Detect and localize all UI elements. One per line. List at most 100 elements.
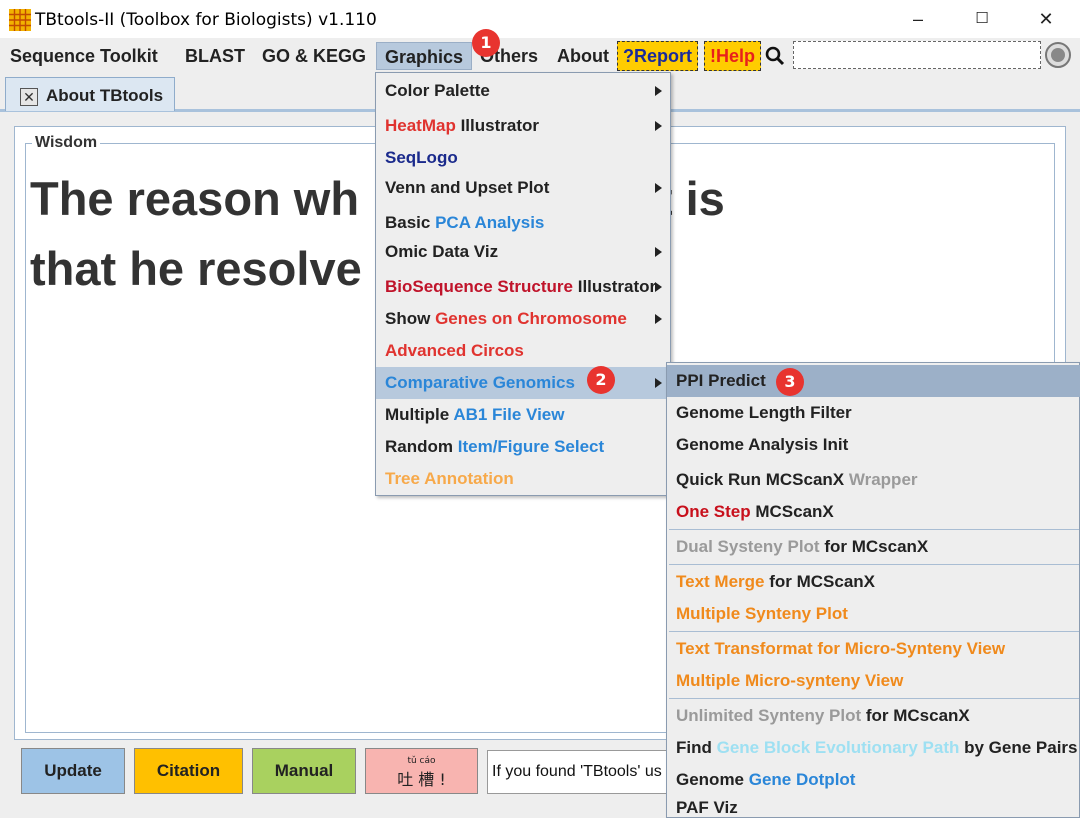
minimize-button[interactable]: – [898, 6, 938, 32]
menu-item-ab1[interactable]: Multiple AB1 File View [376, 399, 670, 431]
submenu-arrow-icon [655, 183, 662, 193]
step-badge-2: 2 [587, 366, 615, 394]
unlimited-synteny-label: Unlimited Synteny Plot [676, 706, 862, 725]
maximize-button[interactable]: ☐ [962, 6, 1002, 32]
title-bar: TBtools-II (Toolbox for Biologists) v1.1… [0, 0, 1080, 38]
comparative-genomics-submenu: PPI Predict Genome Length Filter Genome … [666, 362, 1080, 818]
record-icon[interactable] [1045, 42, 1071, 68]
submenu-item-paf-viz[interactable]: PAF Viz [667, 792, 1080, 818]
menu-item-show-genes[interactable]: Show Genes on Chromosome [376, 303, 670, 335]
close-button[interactable]: ✕ [1026, 6, 1066, 32]
tab-about-tbtools[interactable]: ✕ About TBtools [5, 77, 175, 111]
manual-button[interactable]: Manual [252, 748, 356, 794]
dotplot-prefix: Genome [676, 770, 749, 789]
menu-separator [669, 529, 1079, 530]
tab-close-icon[interactable]: ✕ [20, 88, 38, 106]
menu-item-seqlogo[interactable]: SeqLogo [376, 142, 670, 174]
one-step-label: One Step [676, 502, 751, 521]
notice-field[interactable]: If you found 'TBtools' us [487, 750, 687, 794]
pca-label: PCA Analysis [435, 213, 545, 232]
submenu-item-genome-length-filter[interactable]: Genome Length Filter [667, 397, 1080, 429]
update-button[interactable]: Update [21, 748, 125, 794]
bioseq-illustrator-label: Illustrator [573, 277, 657, 296]
genes-on-chromosome-label: Genes on Chromosome [435, 309, 627, 328]
tucao-label: 吐 槽 ! [397, 770, 446, 789]
heatmap-label: HeatMap [385, 116, 456, 135]
dotplot-label: Gene Dotplot [748, 770, 856, 789]
submenu-item-text-transformat[interactable]: Text Transformat for Micro-Synteny View [667, 633, 1080, 665]
wisdom-legend: Wisdom [32, 134, 101, 152]
graphics-menu: Color Palette HeatMap Illustrator SeqLog… [375, 72, 671, 496]
tab-label: About TBtools [46, 86, 164, 105]
report-button[interactable]: ?Report [617, 41, 698, 71]
biosequence-label: BioSequence Structure [385, 277, 573, 296]
menu-about[interactable]: About [549, 42, 617, 70]
menu-item-comparative-genomics[interactable]: Comparative Genomics [376, 367, 670, 399]
omic-label: Omic Data Viz [385, 242, 499, 261]
submenu-arrow-icon [655, 247, 662, 257]
menu-separator [669, 564, 1079, 565]
window-title: TBtools-II (Toolbox for Biologists) v1.1… [35, 10, 377, 30]
menu-separator [669, 631, 1079, 632]
submenu-item-text-merge[interactable]: Text Merge for MCScanX [667, 566, 1080, 598]
submenu-item-genome-analysis-init[interactable]: Genome Analysis Init [667, 429, 1080, 461]
submenu-item-one-step-mcscanx[interactable]: One Step MCScanX [667, 496, 1080, 528]
menu-item-omic[interactable]: Omic Data Viz [376, 236, 670, 268]
random-label: Item/Figure Select [457, 437, 605, 456]
submenu-item-dual-synteny-plot[interactable]: Dual Systeny Plot for MCscanX [667, 531, 1080, 563]
step-badge-3: 3 [776, 368, 804, 396]
text-merge-label: Text Merge [676, 572, 765, 591]
submenu-item-unlimited-synteny-plot[interactable]: Unlimited Synteny Plot for MCscanX [667, 700, 1080, 732]
find-prefix: Find [676, 738, 717, 757]
comparative-genomics-label: Comparative Genomics [385, 373, 575, 392]
submenu-arrow-icon [655, 282, 662, 292]
ab1-prefix: Multiple [385, 405, 454, 424]
menu-item-heatmap[interactable]: HeatMap Illustrator [376, 110, 670, 142]
menu-sequence-toolkit[interactable]: Sequence Toolkit [2, 42, 166, 70]
unlimited-suffix: for MCscanX [861, 706, 970, 725]
dual-synteny-label: Dual Systeny Plot [676, 537, 820, 556]
find-suffix: by Gene Pairs [959, 738, 1078, 757]
wrapper-label: Wrapper [844, 470, 918, 489]
submenu-item-ppi-predict[interactable]: PPI Predict [667, 365, 1080, 397]
quick-run-label: Quick Run MCScanX [676, 470, 845, 489]
menu-item-pca[interactable]: Basic PCA Analysis [376, 207, 670, 239]
tucao-pinyin: tǔ cáo [407, 756, 436, 766]
tucao-button[interactable]: tǔ cáo 吐 槽 ! [365, 748, 478, 794]
menu-item-advanced-circos[interactable]: Advanced Circos [376, 335, 670, 367]
app-logo-icon [9, 9, 31, 31]
submenu-arrow-icon [655, 121, 662, 131]
menu-item-venn[interactable]: Venn and Upset Plot [376, 172, 670, 204]
show-prefix: Show [385, 309, 436, 328]
step-badge-1: 1 [472, 29, 500, 57]
menu-graphics[interactable]: Graphics [376, 42, 473, 70]
venn-label: Venn and Upset Plot [385, 178, 550, 197]
menu-go-kegg[interactable]: GO & KEGG [254, 42, 374, 70]
help-button[interactable]: !Help [704, 41, 761, 71]
menu-item-random[interactable]: Random Item/Figure Select [376, 431, 670, 463]
submenu-arrow-icon [655, 378, 662, 388]
for-mcscanx-label: for MCscanX [819, 537, 929, 556]
menu-item-tree-annotation[interactable]: Tree Annotation [376, 463, 670, 495]
search-input[interactable] [793, 41, 1041, 69]
ab1-label: AB1 File View [453, 405, 565, 424]
random-prefix: Random [385, 437, 458, 456]
submenu-arrow-icon [655, 86, 662, 96]
submenu-item-quick-run-mcscanx[interactable]: Quick Run MCScanX Wrapper [667, 464, 1080, 496]
search-icon[interactable] [765, 46, 785, 66]
citation-button[interactable]: Citation [134, 748, 243, 794]
submenu-item-multiple-micro-synteny[interactable]: Multiple Micro-synteny View [667, 665, 1080, 697]
text-merge-suffix: for MCScanX [764, 572, 876, 591]
illustrator-label: Illustrator [455, 116, 539, 135]
pca-prefix: Basic [385, 213, 436, 232]
mcscanx-label: MCScanX [750, 502, 834, 521]
submenu-item-multiple-synteny-plot[interactable]: Multiple Synteny Plot [667, 598, 1080, 630]
gene-block-label: Gene Block Evolutionary Path [716, 738, 960, 757]
menu-item-color-palette[interactable]: Color Palette [376, 75, 670, 107]
menu-blast[interactable]: BLAST [177, 42, 253, 70]
color-palette-label: Color Palette [385, 81, 490, 100]
submenu-arrow-icon [655, 314, 662, 324]
menu-item-biosequence[interactable]: BioSequence Structure Illustrator [376, 271, 670, 303]
submenu-item-find-gene-block[interactable]: Find Gene Block Evolutionary Path by Gen… [667, 732, 1080, 764]
menu-separator [669, 698, 1079, 699]
